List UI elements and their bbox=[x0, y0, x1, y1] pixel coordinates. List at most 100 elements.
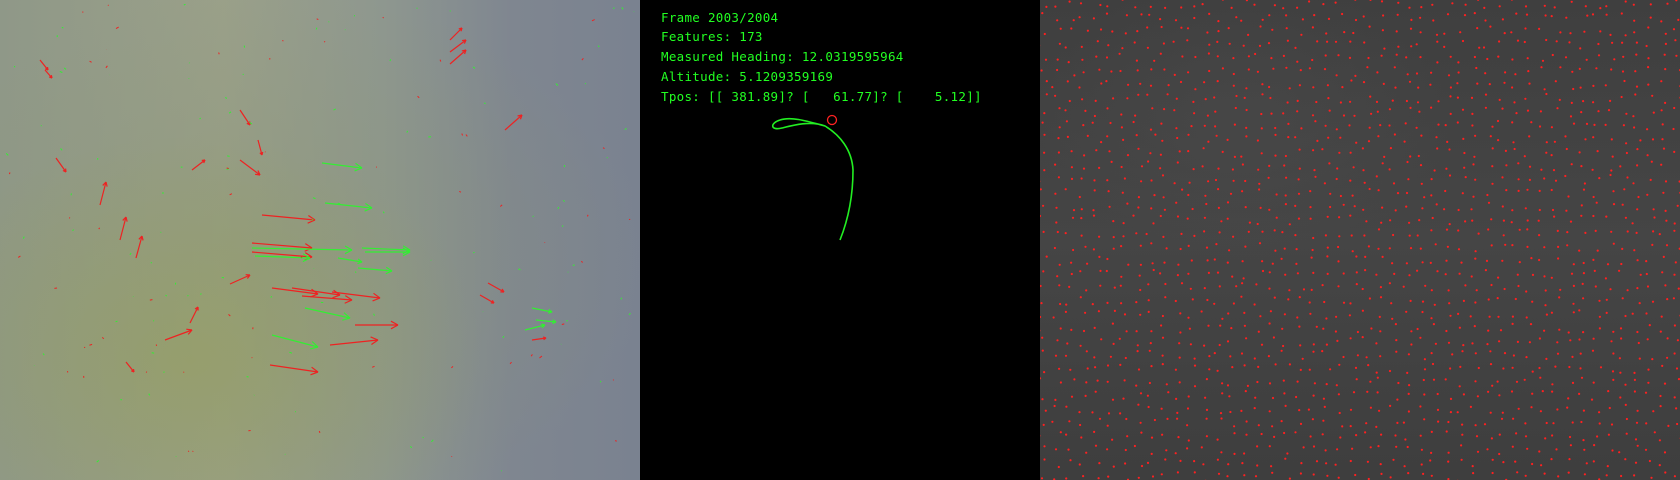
feature-point bbox=[1350, 79, 1353, 82]
feature-point bbox=[1137, 206, 1140, 209]
feature-point bbox=[1619, 327, 1623, 330]
feature-point bbox=[1139, 82, 1142, 85]
feature-point bbox=[1582, 409, 1585, 412]
feature-point bbox=[1604, 123, 1607, 126]
feature-point bbox=[1111, 30, 1114, 33]
flow-speck bbox=[431, 439, 434, 443]
feature-point bbox=[1342, 272, 1345, 275]
feature-point bbox=[1571, 355, 1574, 358]
feature-point bbox=[1147, 283, 1150, 286]
feature-point bbox=[1161, 363, 1164, 366]
feature-point bbox=[1430, 178, 1433, 181]
feature-point bbox=[1193, 357, 1196, 360]
feature-point bbox=[1106, 448, 1109, 451]
feature-point bbox=[1445, 228, 1449, 231]
feature-point bbox=[1550, 311, 1553, 314]
feature-point bbox=[1284, 273, 1287, 276]
feature-point bbox=[1552, 422, 1555, 425]
feature-point bbox=[1430, 194, 1433, 197]
feature-point bbox=[1592, 460, 1595, 463]
feature-point bbox=[1323, 300, 1326, 304]
feature-point bbox=[1430, 451, 1433, 454]
feature-point bbox=[1298, 148, 1301, 151]
feature-point bbox=[1253, 407, 1256, 410]
feature-point bbox=[1159, 52, 1162, 55]
feature-point bbox=[1286, 101, 1289, 104]
feature-point bbox=[1186, 407, 1190, 410]
flow-speck bbox=[13, 65, 16, 68]
flow-speck bbox=[289, 351, 293, 354]
feature-point bbox=[1518, 261, 1521, 264]
feature-point bbox=[1393, 272, 1396, 275]
feature-point bbox=[1235, 285, 1238, 288]
feature-point bbox=[1469, 315, 1472, 318]
feature-point bbox=[1543, 88, 1546, 91]
feature-point bbox=[1378, 409, 1381, 412]
feature-point bbox=[1464, 3, 1467, 6]
feature-point bbox=[1254, 52, 1257, 56]
feature-point bbox=[1080, 436, 1083, 439]
feature-point bbox=[1579, 86, 1582, 89]
flow-speck bbox=[199, 117, 202, 120]
feature-point bbox=[1216, 271, 1220, 274]
feature-point bbox=[1334, 463, 1337, 466]
feature-point bbox=[1582, 331, 1585, 334]
feature-point bbox=[1058, 107, 1061, 110]
feature-point bbox=[1567, 331, 1570, 334]
feature-point bbox=[1675, 54, 1678, 57]
feature-point bbox=[1043, 151, 1046, 154]
feature-point bbox=[1284, 194, 1287, 197]
feature-point bbox=[1175, 97, 1178, 100]
feature-point bbox=[1491, 458, 1494, 461]
feature-point bbox=[1461, 39, 1465, 43]
feature-point bbox=[1161, 139, 1164, 142]
feature-point bbox=[1538, 125, 1542, 128]
feature-point bbox=[1099, 28, 1103, 31]
feature-point bbox=[1490, 244, 1493, 247]
feature-point bbox=[1175, 201, 1178, 204]
feature-point bbox=[1112, 220, 1115, 223]
feature-point bbox=[1416, 327, 1419, 331]
feature-point bbox=[1178, 150, 1181, 153]
feature-point bbox=[1624, 314, 1627, 318]
feature-point bbox=[1610, 169, 1613, 172]
feature-point bbox=[1505, 189, 1508, 192]
feature-point bbox=[1444, 189, 1447, 193]
feature-point bbox=[1368, 187, 1371, 191]
feature-point bbox=[1221, 150, 1224, 153]
feature-point bbox=[1091, 121, 1094, 124]
feature-point bbox=[1274, 249, 1277, 252]
feature-point bbox=[1066, 80, 1069, 83]
feature-point bbox=[1604, 84, 1607, 87]
feature-point bbox=[1370, 327, 1373, 330]
feature-point bbox=[1461, 423, 1464, 426]
feature-point bbox=[1259, 315, 1262, 318]
feature-point bbox=[1338, 216, 1341, 219]
feature-point bbox=[1260, 127, 1263, 130]
feature-point bbox=[1636, 287, 1639, 290]
flow-speck bbox=[61, 26, 64, 29]
feature-point bbox=[1325, 343, 1328, 346]
feature-point bbox=[1434, 243, 1437, 246]
feature-point bbox=[1147, 310, 1150, 313]
feature-point bbox=[1232, 179, 1235, 182]
feature-point bbox=[1394, 86, 1397, 89]
feature-point bbox=[1095, 55, 1098, 58]
feature-point bbox=[1528, 341, 1531, 344]
feature-point bbox=[1436, 147, 1439, 150]
feature-point bbox=[1296, 380, 1299, 383]
feature-point bbox=[1544, 289, 1547, 292]
feature-point bbox=[1216, 80, 1219, 83]
feature-point bbox=[1457, 71, 1460, 74]
feature-point bbox=[1105, 12, 1109, 15]
feature-point bbox=[1132, 120, 1135, 124]
feature-point bbox=[1496, 297, 1499, 300]
feature-point bbox=[1042, 270, 1045, 273]
feature-point bbox=[1516, 273, 1519, 276]
feature-point bbox=[1619, 165, 1622, 168]
feature-point bbox=[1551, 208, 1555, 212]
feature-point bbox=[1286, 39, 1289, 42]
flow-vector bbox=[535, 319, 557, 325]
feature-point bbox=[1651, 138, 1655, 141]
feature-point bbox=[1208, 69, 1211, 73]
